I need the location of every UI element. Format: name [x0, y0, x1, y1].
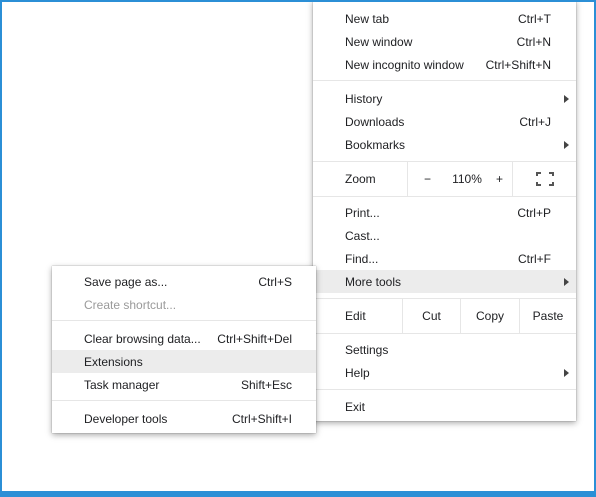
- edit-row: Edit Cut Copy Paste: [313, 299, 576, 333]
- menu-item-label: New tab: [345, 11, 390, 26]
- menu-item-shortcut: Ctrl+Shift+I: [231, 411, 292, 426]
- menu-item-shortcut: Ctrl+S: [258, 274, 292, 289]
- menu-item-exit[interactable]: Exit: [313, 395, 576, 418]
- submenu-item-save-page[interactable]: Save page as... Ctrl+S: [52, 270, 316, 293]
- more-tools-submenu: Save page as... Ctrl+S Create shortcut..…: [52, 266, 316, 433]
- menu-item-label: Extensions: [84, 354, 143, 369]
- zoom-label: Zoom: [345, 172, 376, 186]
- menu-item-label: Find...: [345, 251, 379, 266]
- menu-item-shortcut: Ctrl+Shift+Del: [217, 331, 292, 346]
- submenu-item-extensions[interactable]: Extensions: [52, 350, 316, 373]
- menu-item-find[interactable]: Find... Ctrl+F: [313, 247, 576, 270]
- zoom-level-value: 110%: [452, 172, 482, 186]
- zoom-in-button[interactable]: +: [487, 162, 512, 196]
- menu-separator: [52, 400, 316, 401]
- menu-item-label: Exit: [345, 399, 366, 414]
- menu-item-label: More tools: [345, 274, 402, 289]
- menu-item-print[interactable]: Print... Ctrl+P: [313, 201, 576, 224]
- submenu-arrow-icon: [564, 94, 569, 103]
- menu-item-shortcut: Ctrl+P: [517, 205, 551, 220]
- menu-item-label: Developer tools: [84, 411, 168, 426]
- copy-button[interactable]: Copy: [460, 299, 519, 333]
- menu-item-label: Cast...: [345, 228, 380, 243]
- menu-item-label: Create shortcut...: [84, 297, 177, 312]
- fullscreen-icon: [535, 172, 554, 186]
- menu-item-label: New window: [345, 34, 413, 49]
- menu-item-new-window[interactable]: New window Ctrl+N: [313, 30, 576, 53]
- submenu-arrow-icon: [564, 277, 569, 286]
- menu-item-shortcut: Ctrl+T: [518, 11, 551, 26]
- menu-item-label: Help: [345, 365, 370, 380]
- menu-item-label: Bookmarks: [345, 137, 406, 152]
- menu-item-shortcut: Shift+Esc: [240, 377, 292, 392]
- menu-item-help[interactable]: Help: [313, 361, 576, 384]
- menu-separator: [52, 320, 316, 321]
- chrome-main-menu: New tab Ctrl+T New window Ctrl+N New inc…: [313, 0, 576, 421]
- menu-item-downloads[interactable]: Downloads Ctrl+J: [313, 110, 576, 133]
- menu-item-new-incognito-window[interactable]: New incognito window Ctrl+Shift+N: [313, 53, 576, 76]
- menu-item-cast[interactable]: Cast...: [313, 224, 576, 247]
- menu-item-bookmarks[interactable]: Bookmarks: [313, 133, 576, 156]
- submenu-item-task-manager[interactable]: Task manager Shift+Esc: [52, 373, 316, 396]
- zoom-row: Zoom − 110% +: [313, 162, 576, 196]
- menu-item-shortcut: Ctrl+N: [516, 34, 551, 49]
- submenu-item-clear-browsing-data[interactable]: Clear browsing data... Ctrl+Shift+Del: [52, 327, 316, 350]
- cut-button[interactable]: Cut: [402, 299, 460, 333]
- menu-item-label: New incognito window: [345, 57, 464, 72]
- submenu-arrow-icon: [564, 140, 569, 149]
- zoom-out-button[interactable]: −: [407, 162, 447, 196]
- menu-item-shortcut: Ctrl+Shift+N: [485, 57, 551, 72]
- menu-separator: [313, 333, 576, 334]
- menu-item-settings[interactable]: Settings: [313, 338, 576, 361]
- menu-item-history[interactable]: History: [313, 87, 576, 110]
- menu-item-shortcut: Ctrl+F: [518, 251, 551, 266]
- menu-item-label: Save page as...: [84, 274, 168, 289]
- menu-separator: [313, 389, 576, 390]
- menu-separator: [313, 80, 576, 81]
- fullscreen-button[interactable]: [512, 162, 576, 196]
- menu-item-label: Settings: [345, 342, 389, 357]
- paste-button[interactable]: Paste: [519, 299, 576, 333]
- menu-item-label: Print...: [345, 205, 380, 220]
- submenu-arrow-icon: [564, 368, 569, 377]
- submenu-item-developer-tools[interactable]: Developer tools Ctrl+Shift+I: [52, 407, 316, 430]
- menu-item-label: Clear browsing data...: [84, 331, 201, 346]
- menu-item-shortcut: Ctrl+J: [519, 114, 551, 129]
- menu-item-more-tools[interactable]: More tools: [313, 270, 576, 293]
- menu-separator: [313, 196, 576, 197]
- submenu-item-create-shortcut: Create shortcut...: [52, 293, 316, 316]
- menu-item-new-tab[interactable]: New tab Ctrl+T: [313, 7, 576, 30]
- menu-item-label: History: [345, 91, 383, 106]
- edit-label: Edit: [345, 309, 366, 323]
- menu-item-label: Downloads: [345, 114, 405, 129]
- menu-item-label: Task manager: [84, 377, 160, 392]
